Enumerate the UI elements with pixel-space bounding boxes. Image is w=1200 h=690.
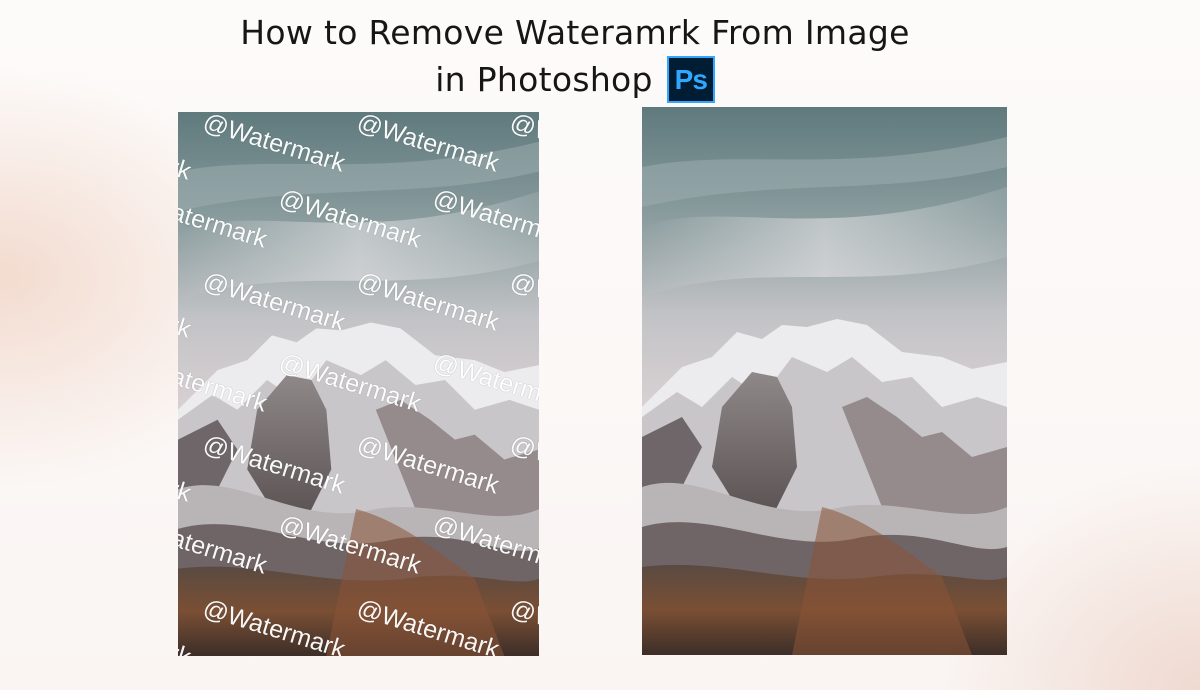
title-line-2: in Photoshop (435, 59, 653, 99)
title-line-2-row: in Photoshop Ps (435, 56, 715, 103)
title-line-1: How to Remove Wateramrk From Image (240, 13, 910, 52)
mountain-photo (178, 112, 539, 656)
clean-image (642, 107, 1007, 655)
page-title: How to Remove Wateramrk From Image in Ph… (0, 10, 1150, 103)
mountain-photo (642, 107, 1007, 655)
photoshop-icon: Ps (666, 56, 715, 103)
watermarked-image: @Watermark @Watermark @Watermark @Waterm… (178, 112, 539, 656)
